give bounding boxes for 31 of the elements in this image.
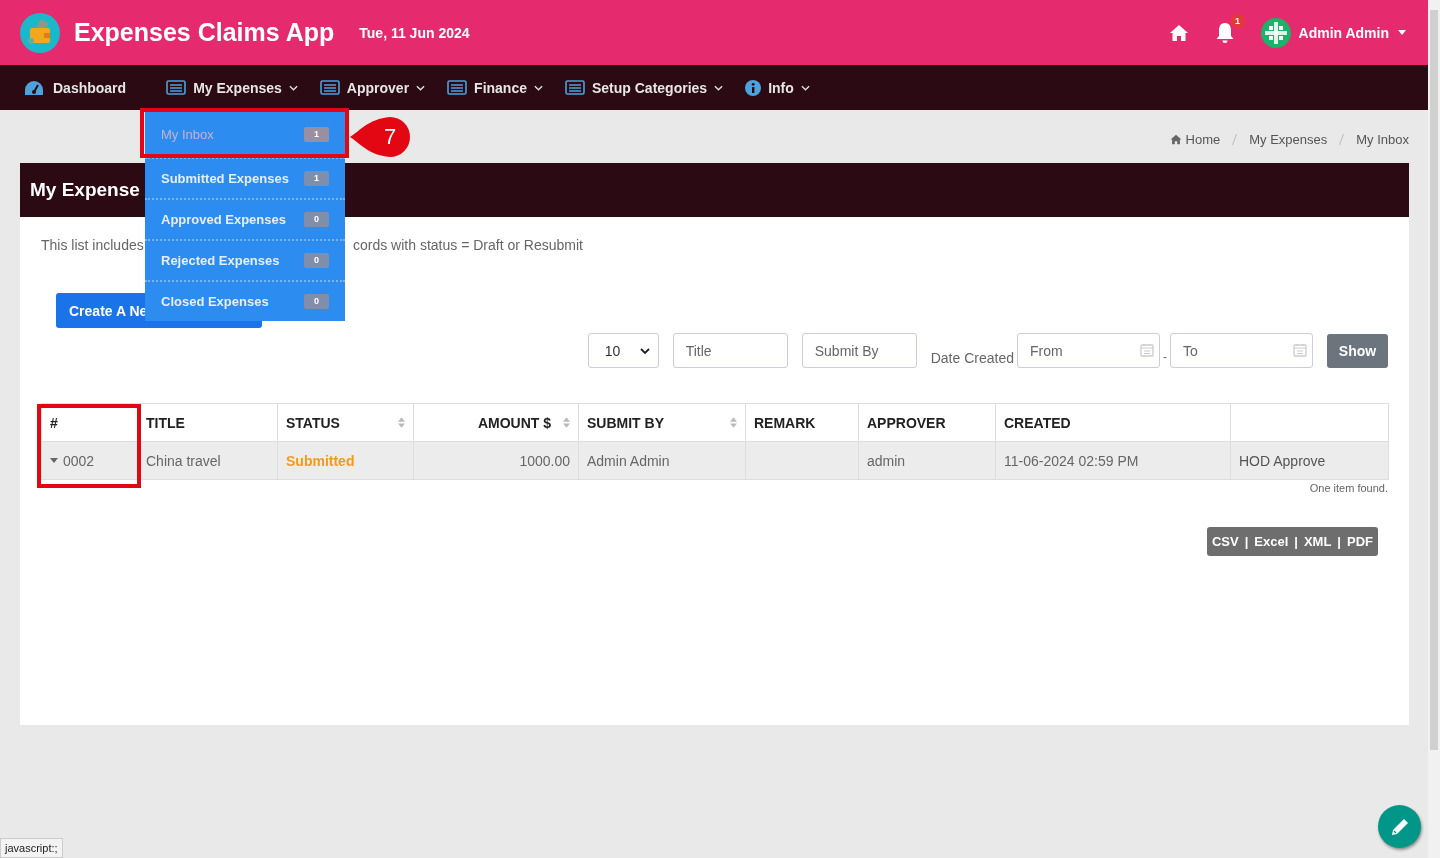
range-separator: -	[1163, 350, 1167, 364]
separator-text: |	[1337, 534, 1341, 549]
status-tooltip: javascript:;	[0, 838, 63, 858]
count-badge: 0	[304, 253, 329, 268]
step-callout: 7	[350, 117, 412, 157]
app-title: Expenses Claims App	[74, 18, 335, 47]
count-badge: 0	[304, 294, 329, 309]
current-date: Tue, 11 Jun 2024	[359, 24, 470, 41]
count-badge: 1	[304, 127, 329, 142]
column-header: REMARK	[754, 414, 816, 431]
column-header: #	[50, 414, 58, 431]
table-cell: Admin Admin	[587, 452, 670, 469]
table-cell: 11-06-2024 02:59 PM	[1004, 452, 1139, 469]
card-title: My Expense	[30, 179, 140, 201]
column-header: CREATED	[1004, 414, 1071, 431]
status-text: Submitted	[286, 452, 355, 469]
count-badge: 1	[304, 171, 329, 186]
description-text: cords with status = Draft or Resubmit	[353, 237, 583, 253]
table-cell: 0002	[63, 452, 95, 469]
column-header: APPROVER	[867, 414, 946, 431]
result-summary: One item found.	[1309, 482, 1388, 494]
notification-badge: 1	[1230, 13, 1245, 28]
table-cell: admin	[867, 452, 906, 469]
date-created-label: Date Created	[930, 350, 1014, 366]
table-cell: China travel	[146, 452, 221, 469]
count-badge: 0	[304, 212, 329, 227]
column-header: TITLE	[146, 414, 185, 431]
separator-text: |	[1244, 534, 1249, 549]
separator-text: |	[1294, 534, 1298, 549]
table-cell: 1000.00	[519, 452, 570, 469]
description-text: This list includes	[41, 237, 145, 253]
